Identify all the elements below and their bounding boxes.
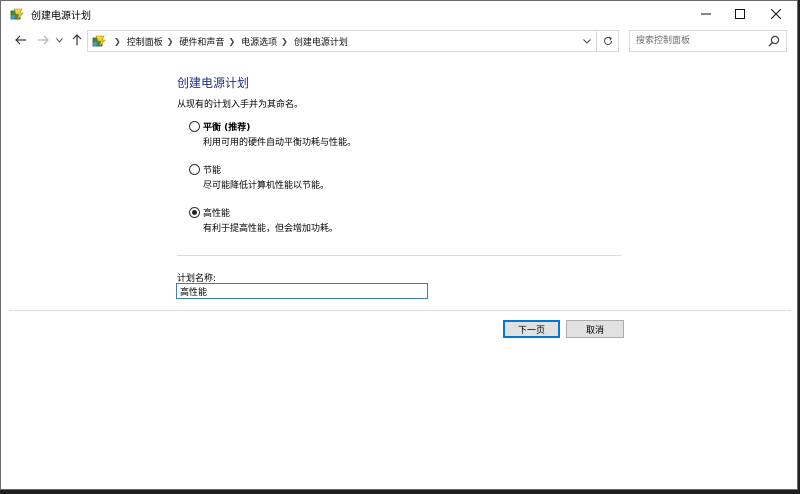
cancel-button[interactable]: 取消 — [566, 320, 624, 338]
plan-name-input[interactable] — [176, 283, 428, 299]
chevron-right-icon[interactable]: ❯ — [167, 37, 174, 46]
main-content: 创建电源计划 从现有的计划入手并为其命名。 平衡 (推荐) 利用可用的硬件自动平… — [1, 55, 797, 491]
breadcrumb: ❯ 控制面板 ❯ 硬件和声音 ❯ 电源选项 ❯ 创建电源计划 — [110, 31, 348, 51]
plan-option-high-performance[interactable]: 高性能 — [189, 206, 230, 219]
minimize-icon — [701, 13, 711, 15]
plan-desc-high-performance: 有利于提高性能，但会增加功耗。 — [203, 224, 339, 234]
plan-label-power-saver[interactable]: 节能 — [203, 163, 221, 176]
power-options-icon — [92, 35, 106, 48]
plan-desc-power-saver: 尽可能降低计算机性能以节能。 — [203, 181, 330, 191]
plan-option-power-saver[interactable]: 节能 — [189, 163, 221, 176]
up-button[interactable] — [69, 31, 85, 49]
back-button[interactable] — [13, 31, 29, 49]
breadcrumb-create-plan[interactable]: 创建电源计划 — [294, 35, 348, 48]
forward-arrow-icon — [38, 35, 49, 45]
plan-desc-balanced: 利用可用的硬件自动平衡功耗与性能。 — [203, 138, 357, 148]
search-icon[interactable] — [767, 34, 781, 48]
refresh-icon — [604, 36, 612, 45]
footer-divider — [9, 310, 791, 311]
minimize-button[interactable] — [689, 1, 723, 27]
page-title: 创建电源计划 — [177, 76, 250, 90]
next-button[interactable]: 下一页 — [503, 320, 560, 338]
back-arrow-icon — [15, 35, 26, 45]
search-input[interactable] — [636, 33, 764, 49]
title-bar: 创建电源计划 — [1, 1, 797, 27]
forward-button[interactable] — [35, 31, 51, 49]
radio-high-performance[interactable] — [189, 207, 200, 218]
maximize-button[interactable] — [723, 1, 757, 27]
chevron-right-icon[interactable]: ❯ — [114, 37, 121, 46]
plan-label-balanced[interactable]: 平衡 (推荐) — [203, 120, 250, 133]
chevron-right-icon[interactable]: ❯ — [281, 37, 288, 46]
refresh-button[interactable] — [596, 31, 619, 51]
chevron-right-icon[interactable]: ❯ — [228, 37, 235, 46]
breadcrumb-control-panel[interactable]: 控制面板 — [127, 35, 163, 48]
close-icon — [771, 9, 781, 19]
power-options-icon — [10, 8, 24, 21]
section-divider — [177, 255, 621, 256]
breadcrumb-power-options[interactable]: 电源选项 — [241, 35, 277, 48]
chevron-down-icon — [583, 38, 591, 44]
breadcrumb-hardware-sound[interactable]: 硬件和声音 — [179, 35, 224, 48]
recent-locations-button[interactable] — [54, 31, 64, 49]
create-power-plan-window: 创建电源计划 ❯ 控制面板 ❯ 硬件和声音 ❯ 电源选项 ❯ 创建电源计划 搜索… — [0, 0, 798, 490]
plan-option-balanced[interactable]: 平衡 (推荐) — [189, 120, 250, 133]
radio-power-saver[interactable] — [189, 164, 200, 175]
close-button[interactable] — [759, 1, 793, 27]
search-box[interactable] — [629, 30, 787, 52]
address-bar[interactable]: ❯ 控制面板 ❯ 硬件和声音 ❯ 电源选项 ❯ 创建电源计划 — [87, 30, 619, 52]
chevron-down-icon — [55, 37, 63, 43]
radio-balanced[interactable] — [189, 121, 200, 132]
up-arrow-icon — [72, 34, 82, 46]
address-history-button[interactable] — [578, 31, 596, 51]
plan-label-high-performance[interactable]: 高性能 — [203, 206, 230, 219]
window-title: 创建电源计划 — [31, 11, 91, 22]
maximize-icon — [735, 9, 745, 19]
navigation-bar: ❯ 控制面板 ❯ 硬件和声音 ❯ 电源选项 ❯ 创建电源计划 — [1, 27, 797, 55]
page-subtitle: 从现有的计划入手并为其命名。 — [177, 100, 304, 110]
